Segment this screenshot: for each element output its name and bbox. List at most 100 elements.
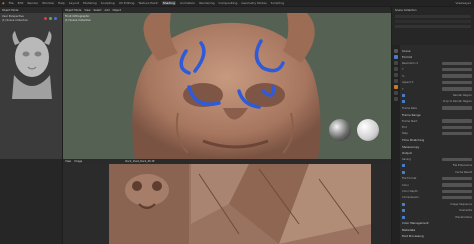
menu-edit[interactable]: Edit bbox=[18, 1, 24, 5]
property-row[interactable]: Color Management bbox=[402, 221, 472, 225]
main-mode-dropdown[interactable]: Object Mode bbox=[65, 9, 81, 12]
property-label: Compression bbox=[402, 196, 419, 200]
render-tab-icon[interactable] bbox=[394, 55, 398, 59]
property-row[interactable]: Stereoscopy bbox=[402, 145, 472, 149]
property-row: End bbox=[402, 125, 472, 130]
property-label: Saving bbox=[402, 157, 411, 161]
property-row: File Format bbox=[402, 176, 472, 181]
view-layer-label[interactable]: ViewLayer bbox=[456, 1, 471, 5]
world-tab-icon[interactable] bbox=[394, 79, 398, 83]
property-field[interactable] bbox=[442, 68, 472, 72]
property-field[interactable] bbox=[442, 61, 472, 66]
view-layer-tab-icon[interactable] bbox=[394, 67, 398, 71]
property-checkbox[interactable] bbox=[402, 170, 405, 174]
property-field[interactable] bbox=[442, 196, 472, 200]
property-field[interactable] bbox=[442, 132, 472, 136]
image-name-field[interactable]: Rock_Dust_Dark_4K.tif bbox=[125, 160, 154, 163]
tab-sculpting[interactable]: Sculpting bbox=[101, 1, 115, 5]
image-editor[interactable] bbox=[63, 164, 391, 244]
outliner-panel[interactable]: Scene Collection bbox=[392, 7, 474, 45]
menu-file[interactable]: File bbox=[9, 1, 14, 5]
baked-texture-image bbox=[109, 164, 371, 244]
property-row: Y bbox=[402, 87, 472, 91]
property-checkbox[interactable] bbox=[402, 209, 405, 213]
scene-tab-icon[interactable] bbox=[394, 73, 398, 77]
outliner-row[interactable] bbox=[395, 20, 471, 23]
tab-animation[interactable]: Animation bbox=[180, 1, 195, 5]
tab-compositing[interactable]: Compositing bbox=[219, 1, 238, 5]
property-section-header: Frame Range bbox=[402, 112, 421, 117]
property-row: Cache Result bbox=[402, 170, 472, 174]
property-label: Color Depth bbox=[402, 189, 418, 193]
tab-scripting[interactable]: Scripting bbox=[271, 1, 284, 5]
tab-layout[interactable]: Layout bbox=[69, 1, 79, 5]
property-row: Frame Rate bbox=[402, 106, 472, 110]
tab-uv-editing[interactable]: UV Editing bbox=[119, 1, 135, 5]
blender-logo-icon[interactable]: ◉ bbox=[2, 1, 5, 5]
main-menu-add[interactable]: Add bbox=[105, 9, 110, 12]
left-viewport[interactable]: User Perspective (1) Scene Collection bbox=[0, 13, 62, 159]
tab-shading[interactable]: Shading bbox=[161, 1, 176, 5]
left-bottom-panel bbox=[0, 159, 62, 244]
object-tab-icon[interactable] bbox=[394, 85, 398, 89]
gizmo-y-icon[interactable] bbox=[49, 17, 52, 20]
property-row: Placeholders bbox=[402, 215, 472, 219]
property-field[interactable] bbox=[442, 176, 472, 181]
outliner-row[interactable] bbox=[395, 25, 471, 28]
property-row: Render Region bbox=[402, 93, 472, 97]
main-menu-select[interactable]: Select bbox=[94, 9, 102, 12]
property-field[interactable] bbox=[442, 80, 472, 85]
menu-help[interactable]: Help bbox=[58, 1, 65, 5]
top-bar: ◉ File Edit Render Window Help Layout Mo… bbox=[0, 0, 474, 6]
material-tab-icon[interactable] bbox=[394, 97, 398, 101]
property-field[interactable] bbox=[442, 106, 472, 110]
property-row[interactable]: Metadata bbox=[402, 228, 472, 232]
property-field[interactable] bbox=[442, 189, 472, 194]
property-row[interactable]: Time Stretching bbox=[402, 138, 472, 142]
properties-scene-label: Scene bbox=[402, 49, 411, 53]
tool-tab-icon[interactable] bbox=[394, 49, 398, 53]
left-mode-dropdown[interactable]: Object Mode bbox=[2, 9, 18, 12]
tab-texture-paint[interactable]: Texture Paint bbox=[138, 1, 157, 5]
gizmo-z-icon[interactable] bbox=[54, 17, 57, 20]
main-menu-view[interactable]: View bbox=[84, 9, 90, 12]
menu-window[interactable]: Window bbox=[42, 1, 54, 5]
property-row: Step bbox=[402, 132, 472, 136]
main-menu-object[interactable]: Object bbox=[113, 9, 121, 12]
main-viewport[interactable]: Front Orthographic (1) Scene Collection bbox=[63, 13, 391, 159]
outliner-row[interactable] bbox=[395, 15, 471, 18]
property-checkbox[interactable] bbox=[402, 215, 405, 219]
property-row[interactable]: Format bbox=[402, 55, 472, 59]
image-menu-image[interactable]: Image bbox=[74, 160, 82, 163]
hdri-preview-sphere bbox=[329, 119, 351, 141]
property-label: Y bbox=[402, 68, 404, 72]
gizmo-x-icon[interactable] bbox=[44, 17, 47, 20]
property-checkbox[interactable] bbox=[402, 100, 405, 104]
property-checkbox[interactable] bbox=[402, 164, 405, 168]
property-label: Image Sequence bbox=[450, 202, 472, 206]
image-menu-view[interactable]: View bbox=[65, 160, 71, 163]
property-label: Frame Rate bbox=[402, 106, 417, 110]
menu-render[interactable]: Render bbox=[27, 1, 38, 5]
tab-geometry-nodes[interactable]: Geometry Nodes bbox=[241, 1, 266, 5]
property-checkbox[interactable] bbox=[402, 202, 405, 206]
property-section-header: Format bbox=[402, 55, 412, 59]
property-field[interactable] bbox=[442, 183, 472, 187]
property-row[interactable]: Post Processing bbox=[402, 234, 472, 238]
property-section-header: Time Stretching bbox=[402, 138, 425, 143]
property-checkbox[interactable] bbox=[402, 93, 405, 97]
property-field[interactable] bbox=[442, 157, 472, 162]
property-row[interactable]: Frame Range bbox=[402, 113, 472, 117]
property-section-header: Stereoscopy bbox=[402, 144, 420, 149]
property-label: Render Region bbox=[453, 93, 472, 97]
property-field[interactable] bbox=[442, 74, 472, 78]
property-row[interactable]: Output bbox=[402, 151, 472, 155]
property-field[interactable] bbox=[442, 119, 472, 123]
modifier-tab-icon[interactable] bbox=[394, 91, 398, 95]
property-field[interactable] bbox=[442, 125, 472, 130]
property-label: Overwrite bbox=[459, 209, 472, 213]
tab-rendering[interactable]: Rendering bbox=[199, 1, 214, 5]
output-tab-icon[interactable] bbox=[394, 61, 398, 65]
tab-modeling[interactable]: Modeling bbox=[83, 1, 97, 5]
property-field[interactable] bbox=[442, 87, 472, 91]
